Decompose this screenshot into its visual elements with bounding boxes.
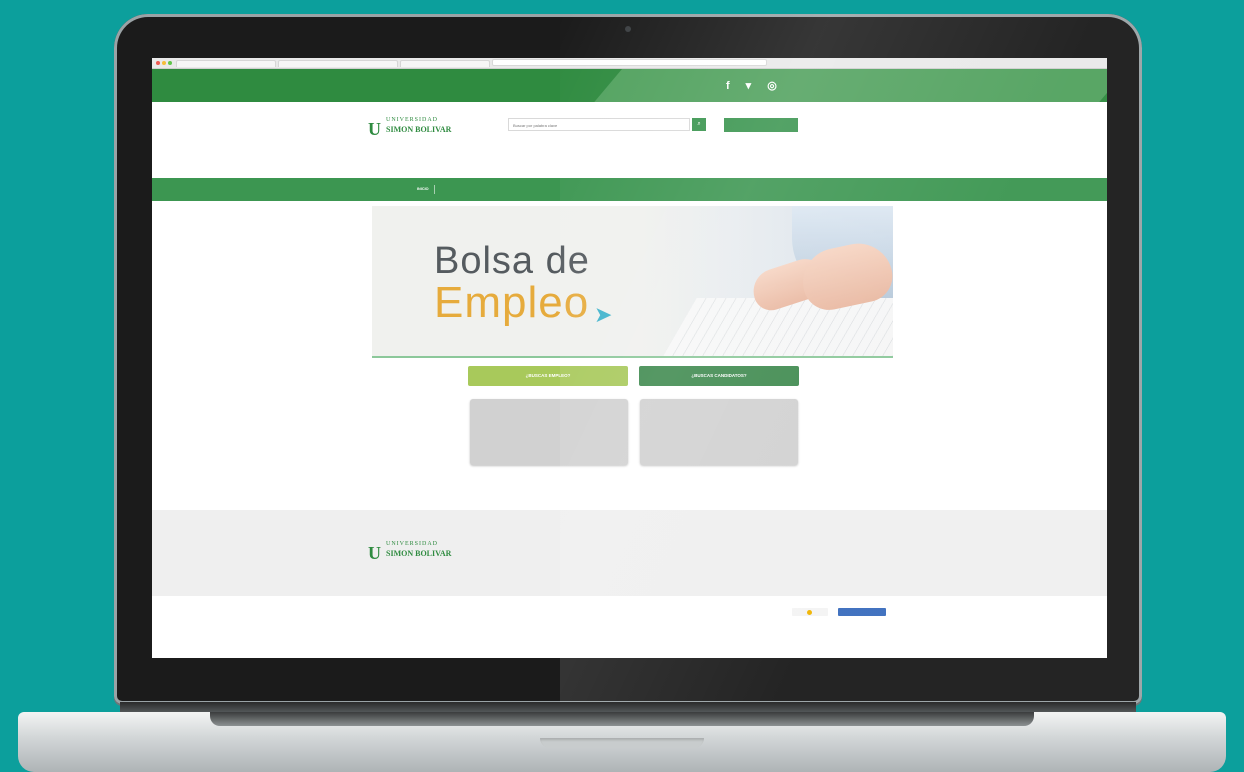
social-links: f ▾ ◎ [726,80,777,92]
logo-line1: UNIVERSIDAD [386,541,438,547]
laptop-screen: f ▾ ◎ U UNIVERSIDAD SIMON BOLIVAR Buscar… [152,58,1107,658]
logo-line1: UNIVERSIDAD [386,117,438,123]
base-groove [210,712,1034,726]
logo-emblem-icon: U [368,119,381,139]
job-seeker-button[interactable]: ¿BUSCAS EMPLEO? [468,366,628,386]
site-footer: U UNIVERSIDAD SIMON BOLIVAR [152,510,1107,596]
minimize-window-icon[interactable] [162,61,166,65]
logo-line2: SIMON BOLIVAR [386,549,452,558]
typing-hands-image [642,206,893,356]
hero-banner: Bolsa de Empleo ➤ [372,206,893,358]
window-controls [156,61,172,65]
certification-badge[interactable] [792,608,828,616]
top-bar-accent [594,69,1107,102]
instagram-icon[interactable]: ◎ [767,80,777,92]
browser-toolbar [152,58,1107,69]
browser-tab[interactable] [400,60,490,67]
social-like-badge[interactable] [838,608,886,616]
footer-logo: U UNIVERSIDAD SIMON BOLIVAR [368,538,488,566]
logo-emblem-icon: U [368,543,381,563]
logo-line2: SIMON BOLIVAR [386,125,452,134]
badge-dot-icon [806,609,812,615]
address-bar[interactable] [492,59,767,66]
base-notch [540,738,704,748]
nav-item-inicio[interactable]: INICIO [412,185,435,194]
bottom-bar [152,596,1107,658]
nav-items: INICIO [412,178,490,201]
cursor-arrow-icon: ➤ [594,302,613,327]
maximize-window-icon[interactable] [168,61,172,65]
banner-title-line2: Empleo [434,278,590,327]
close-window-icon[interactable] [156,61,160,65]
facebook-icon[interactable]: f [726,80,730,92]
header-action-button[interactable] [724,118,798,132]
twitter-icon[interactable]: ▾ [746,80,752,92]
employer-card[interactable] [640,399,798,465]
university-logo[interactable]: U UNIVERSIDAD SIMON BOLIVAR [368,114,488,142]
banner-title-line1: Bolsa de [434,240,590,282]
browser-tab[interactable] [278,60,398,67]
search-input[interactable]: Buscar por palabra clave [508,118,690,131]
search-button[interactable]: ⌕ [692,118,706,131]
browser-tab[interactable] [176,60,276,67]
main-nav: INICIO [152,178,1107,201]
webcam [625,26,631,32]
employer-button[interactable]: ¿BUSCAS CANDIDATOS? [639,366,799,386]
job-seeker-card[interactable] [470,399,628,465]
top-social-bar: f ▾ ◎ [152,69,1107,102]
